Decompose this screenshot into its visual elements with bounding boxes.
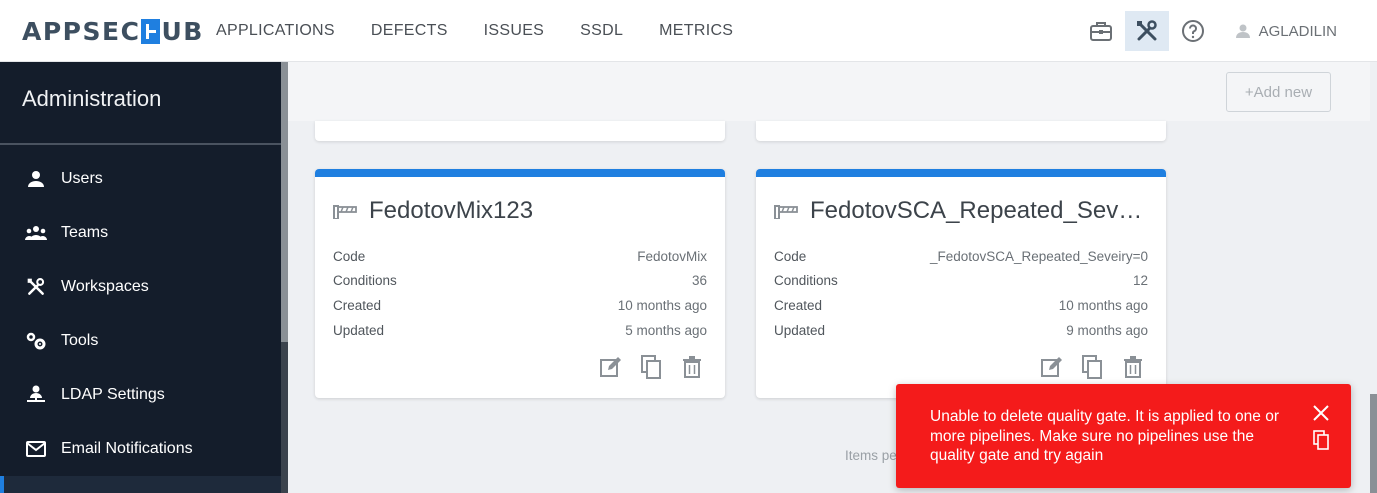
field-label: Updated xyxy=(333,322,385,338)
sidebar-item-email-notifications[interactable]: Email Notifications xyxy=(0,426,281,472)
appsechub-logo[interactable]: APPSEC UB xyxy=(22,16,204,46)
nav-applications[interactable]: APPLICATIONS xyxy=(216,22,335,40)
copy-icon[interactable] xyxy=(1077,353,1107,381)
field-updated: Updated 9 months ago xyxy=(774,318,1148,343)
nav-metrics[interactable]: METRICS xyxy=(659,22,733,40)
card-title: FedotovSCA_Repeated_Seveiry xyxy=(774,197,1154,225)
top-bar: APPSEC UB APPLICATIONS DEFECTS ISSUES SSD… xyxy=(0,0,1377,62)
field-value: 36 xyxy=(691,273,707,289)
user-icon xyxy=(24,167,48,191)
close-icon[interactable] xyxy=(1313,405,1329,426)
sidebar-scroll-thumb[interactable] xyxy=(281,62,288,342)
card-accent-bar xyxy=(756,169,1166,177)
nav-issues[interactable]: ISSUES xyxy=(484,22,545,40)
user-avatar-icon xyxy=(1235,24,1250,38)
sidebar-item-ldap-settings[interactable]: LDAP Settings xyxy=(0,372,281,418)
sidebar-item-tools[interactable]: Tools xyxy=(0,318,281,364)
field-created: Created 10 months ago xyxy=(774,293,1148,318)
header-actions: AGLADILIN xyxy=(1079,0,1377,62)
content-scrollbar[interactable] xyxy=(1370,394,1377,493)
delete-icon[interactable] xyxy=(1118,353,1148,381)
field-label: Updated xyxy=(774,322,826,338)
logo-h-mark xyxy=(141,18,161,44)
field-value: _FedotovSCA_Repeated_Seveiry=0 xyxy=(929,248,1148,264)
sidebar-item-label: Users xyxy=(61,170,103,187)
nav-ssdl[interactable]: SSDL xyxy=(580,22,623,40)
user-name: AGLADILIN xyxy=(1258,22,1337,40)
error-toast: Unable to delete quality gate. It is app… xyxy=(896,384,1351,488)
field-code: Code FedotovMix xyxy=(333,244,707,269)
admin-sidebar: Administration Users Teams Workspaces To… xyxy=(0,62,281,493)
field-created: Created 10 months ago xyxy=(333,293,707,318)
card-title: FedotovMix123 xyxy=(333,197,713,225)
field-label: Created xyxy=(333,297,382,313)
card-stub xyxy=(756,121,1166,141)
card-actions xyxy=(1025,353,1148,381)
team-icon xyxy=(24,221,48,245)
quality-gate-card[interactable]: FedotovMix123 Code FedotovMix Conditions 3… xyxy=(315,169,725,398)
sidebar-divider xyxy=(0,143,281,145)
field-value: 10 months ago xyxy=(1058,297,1148,313)
field-conditions: Conditions 12 xyxy=(774,269,1148,294)
copy-icon[interactable] xyxy=(636,353,666,381)
field-label: Code xyxy=(333,248,366,264)
action-bar: +Add new xyxy=(288,62,1370,121)
field-updated: Updated 5 months ago xyxy=(333,318,707,343)
delete-icon[interactable] xyxy=(677,353,707,381)
field-code: Code _FedotovSCA_Repeated_Seveiry=0 xyxy=(774,244,1148,269)
card-accent-bar xyxy=(315,169,725,177)
field-value: 12 xyxy=(1132,273,1148,289)
sidebar-item-active[interactable] xyxy=(0,476,281,493)
field-label: Code xyxy=(774,248,807,264)
sidebar-item-label: Email Notifications xyxy=(61,440,193,457)
field-value: 10 months ago xyxy=(617,297,707,313)
copy-icon[interactable] xyxy=(1313,430,1329,455)
tools-icon[interactable] xyxy=(1124,11,1169,51)
field-value: 5 months ago xyxy=(625,322,707,338)
sidebar-item-label: Workspaces xyxy=(61,278,149,295)
mail-icon xyxy=(24,437,48,461)
sidebar-item-label: Tools xyxy=(61,332,99,349)
ldap-icon xyxy=(24,383,48,407)
field-value: FedotovMix xyxy=(637,248,707,264)
tools-icon xyxy=(24,275,48,299)
field-label: Created xyxy=(774,297,823,313)
gears-icon xyxy=(24,329,48,353)
card-title-text: FedotovMix123 xyxy=(369,197,534,224)
help-icon[interactable] xyxy=(1171,11,1215,51)
field-label: Conditions xyxy=(774,273,838,289)
logo-text-left: APPSEC xyxy=(22,16,141,46)
main-nav: APPLICATIONS DEFECTS ISSUES SSDL METRICS xyxy=(198,0,751,62)
sidebar-item-workspaces[interactable]: Workspaces xyxy=(0,264,281,310)
user-menu[interactable]: AGLADILIN xyxy=(1235,23,1337,40)
nav-defects[interactable]: DEFECTS xyxy=(371,22,448,40)
sidebar-scrollbar[interactable] xyxy=(281,62,288,493)
toast-message: Unable to delete quality gate. It is app… xyxy=(930,408,1279,464)
briefcase-icon[interactable] xyxy=(1079,11,1123,51)
sidebar-item-label: LDAP Settings xyxy=(61,386,165,403)
sidebar-item-teams[interactable]: Teams xyxy=(0,210,281,256)
edit-icon[interactable] xyxy=(1036,353,1066,381)
field-label: Conditions xyxy=(333,273,397,289)
sidebar-item-users[interactable]: Users xyxy=(0,156,281,202)
card-fields: Code FedotovMix Conditions 36 Created 10 mo… xyxy=(333,244,707,342)
card-fields: Code _FedotovSCA_Repeated_Seveiry=0 Condi… xyxy=(774,244,1148,342)
pagination-label: Items pe xyxy=(845,448,897,463)
card-stub xyxy=(315,121,725,141)
gate-icon xyxy=(774,205,798,219)
field-conditions: Conditions 36 xyxy=(333,269,707,294)
sidebar-item-label: Teams xyxy=(61,224,109,241)
quality-gate-card[interactable]: FedotovSCA_Repeated_Seveiry Code _Fedotov… xyxy=(756,169,1166,398)
sidebar-title: Administration xyxy=(22,86,162,111)
add-new-button[interactable]: +Add new xyxy=(1226,72,1331,112)
edit-icon[interactable] xyxy=(595,353,625,381)
gate-icon xyxy=(333,205,357,219)
field-value: 9 months ago xyxy=(1066,322,1148,338)
card-title-text: FedotovSCA_Repeated_Seveiry xyxy=(810,197,1154,224)
card-actions xyxy=(584,353,707,381)
